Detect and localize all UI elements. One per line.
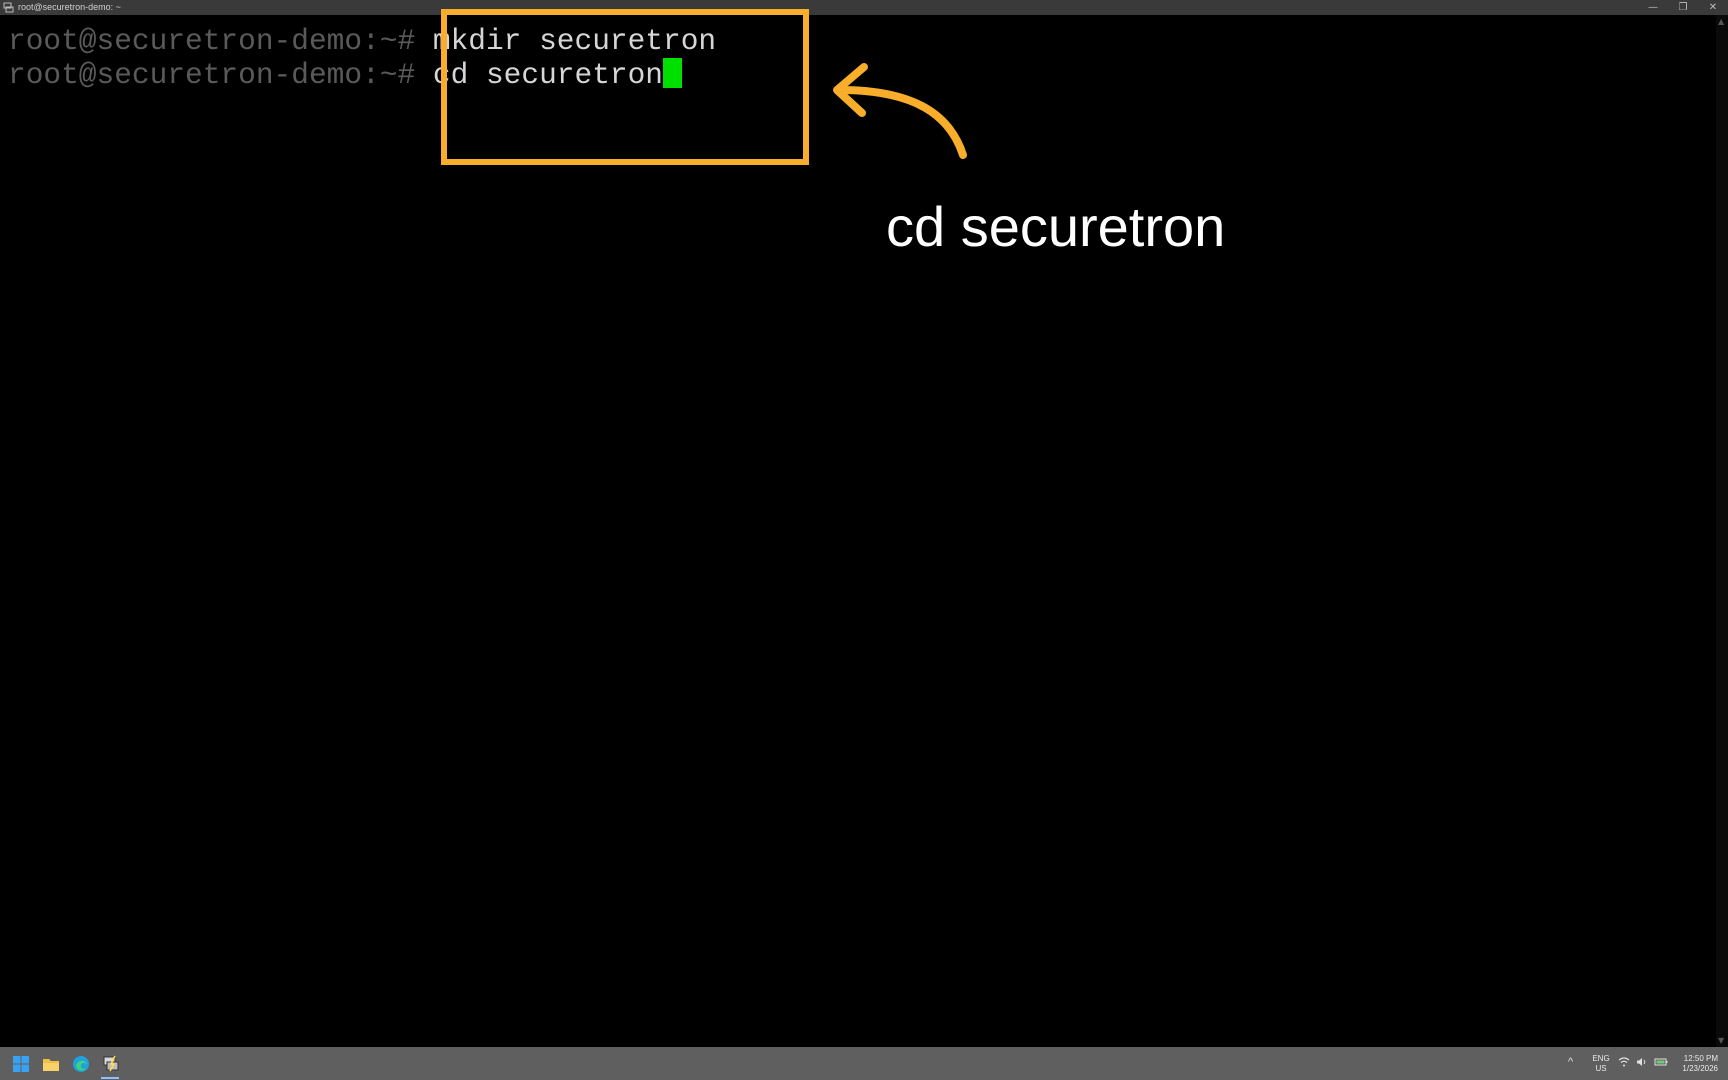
terminal-area[interactable]: root@securetron-demo:~# mkdir securetron…: [0, 15, 1728, 1047]
language-indicator[interactable]: ENG US: [1590, 1054, 1612, 1080]
shell-prompt: root@securetron-demo:~#: [8, 24, 416, 58]
language-code: ENG: [1592, 1054, 1610, 1063]
active-app-indicator: [101, 1077, 119, 1079]
restore-button[interactable]: ❐: [1668, 0, 1698, 15]
scroll-down-icon[interactable]: ▼: [1718, 1036, 1724, 1045]
system-clock[interactable]: 12:50 PM 1/23/2026: [1668, 1054, 1718, 1080]
terminal-scrollbar[interactable]: ▲ ▼: [1716, 15, 1728, 1047]
edge-browser-icon[interactable]: [70, 1053, 92, 1075]
battery-icon[interactable]: [1654, 1057, 1668, 1080]
language-region: US: [1595, 1064, 1607, 1073]
clock-date: 1/23/2026: [1682, 1064, 1718, 1073]
window-titlebar[interactable]: root@securetron-demo: ~ — ❐ ✕: [0, 0, 1728, 15]
command-highlight-box: [441, 9, 809, 165]
taskbar: ^ ENG US 12:50 PM 1/23/2026: [0, 1047, 1728, 1080]
shell-prompt: root@securetron-demo:~#: [8, 58, 416, 92]
volume-icon[interactable]: [1636, 1057, 1648, 1080]
minimize-button[interactable]: —: [1638, 0, 1668, 15]
putty-terminal-icon[interactable]: [100, 1053, 122, 1075]
tray-overflow-chevron[interactable]: ^: [1568, 1056, 1573, 1080]
wifi-icon[interactable]: [1618, 1057, 1630, 1080]
curved-arrow-icon: [833, 63, 967, 159]
putty-app-icon: [2, 2, 14, 14]
start-icon[interactable]: [10, 1053, 32, 1075]
tray-icons: [1618, 1057, 1668, 1080]
screen: root@securetron-demo: ~ — ❐ ✕ root@secur…: [0, 0, 1728, 1080]
window-controls: — ❐ ✕: [1638, 0, 1728, 15]
window-title: root@securetron-demo: ~: [18, 2, 121, 12]
file-explorer-icon[interactable]: [40, 1053, 62, 1075]
scroll-up-icon[interactable]: ▲: [1718, 17, 1724, 26]
close-button[interactable]: ✕: [1698, 0, 1728, 15]
annotation-callout: cd securetron: [886, 195, 1226, 258]
clock-time: 12:50 PM: [1683, 1054, 1718, 1063]
